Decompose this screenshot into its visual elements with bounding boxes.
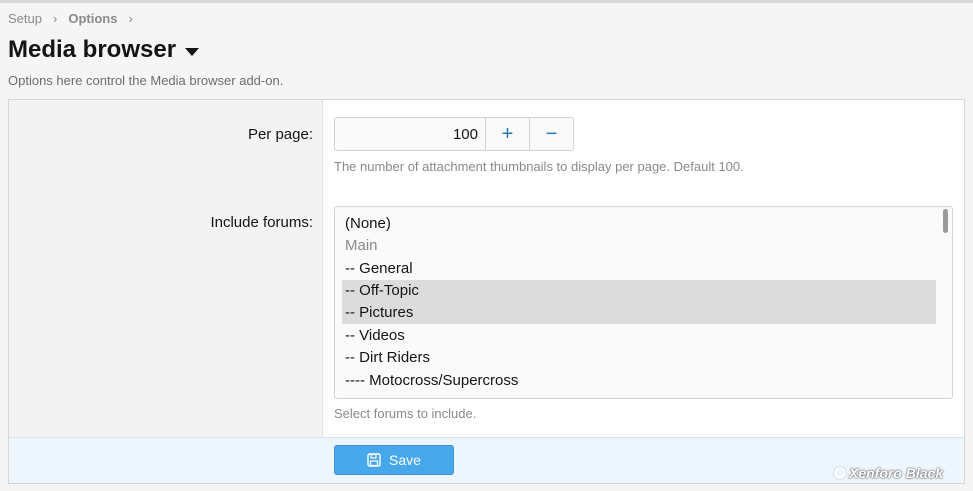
breadcrumb: Setup › Options ›: [8, 11, 144, 26]
breadcrumb-options[interactable]: Options: [68, 11, 117, 26]
include-forums-select[interactable]: (None) Main -- General -- Off-Topic -- P…: [334, 206, 953, 399]
breadcrumb-separator-icon: ›: [128, 11, 133, 26]
increment-button[interactable]: +: [486, 118, 529, 150]
caret-down-icon[interactable]: [185, 47, 200, 56]
save-button[interactable]: Save: [334, 445, 454, 475]
forum-option[interactable]: -- Videos: [342, 325, 936, 347]
save-icon: [367, 453, 381, 467]
xenforo-logo-icon: [834, 467, 846, 479]
forum-option[interactable]: -- General: [342, 258, 936, 280]
per-page-input[interactable]: 100: [335, 118, 486, 150]
options-form: Per page: Include forums: 100 + − The nu…: [8, 99, 965, 484]
save-label: Save: [389, 452, 421, 468]
form-footer: Save: [9, 437, 964, 483]
select-scrollbar[interactable]: [940, 207, 952, 398]
include-forums-label: Include forums:: [210, 214, 313, 231]
scroll-thumb[interactable]: [943, 209, 948, 233]
label-column: Per page: Include forums:: [9, 100, 323, 437]
breadcrumb-setup[interactable]: Setup: [8, 11, 42, 26]
page-title-text: Media browser: [8, 36, 177, 63]
page-title[interactable]: Media browser: [8, 36, 200, 64]
include-forums-hint: Select forums to include.: [334, 406, 477, 421]
decrement-button[interactable]: −: [529, 118, 573, 150]
watermark: Xenforo Black: [834, 465, 943, 481]
forum-option[interactable]: -- Dirt Riders: [342, 347, 936, 369]
top-border: [0, 0, 973, 3]
per-page-hint: The number of attachment thumbnails to d…: [334, 159, 744, 174]
forum-option[interactable]: (None): [342, 213, 936, 235]
forum-option-group: Main: [345, 237, 378, 254]
breadcrumb-separator-icon: ›: [52, 11, 58, 26]
forum-option[interactable]: ---- Motocross/Supercross: [342, 370, 936, 392]
page-description: Options here control the Media browser a…: [8, 73, 284, 88]
forum-option-selected[interactable]: -- Pictures: [342, 302, 936, 324]
watermark-text: Xenforo Black: [849, 465, 944, 481]
per-page-label: Per page:: [247, 126, 313, 143]
forum-option-selected[interactable]: -- Off-Topic: [342, 280, 936, 302]
per-page-stepper: 100 + −: [334, 117, 574, 151]
